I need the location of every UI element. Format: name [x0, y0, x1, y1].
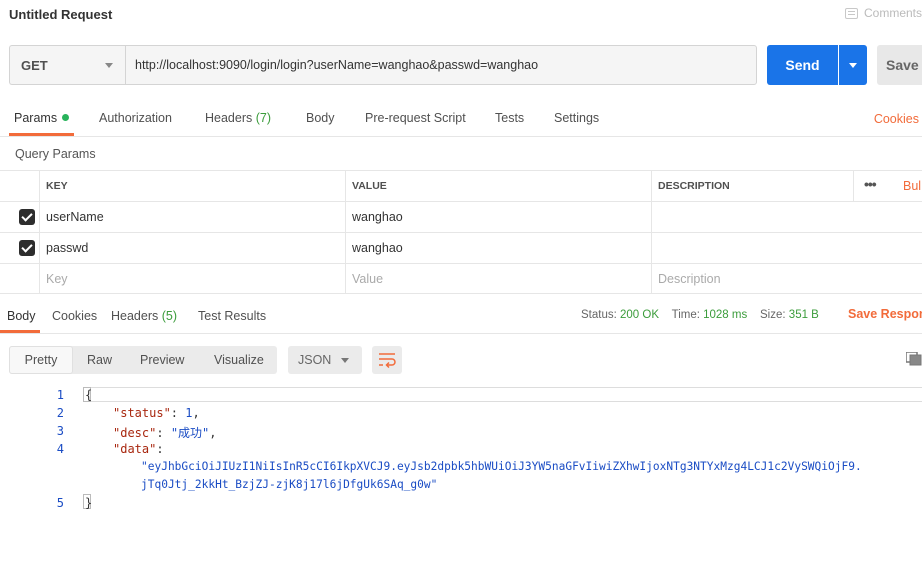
- line-number: 5: [56, 496, 64, 510]
- code-line-data: "data":: [113, 442, 164, 456]
- checkbox-cell: [0, 233, 40, 263]
- format-label: JSON: [298, 353, 332, 367]
- tab-params[interactable]: Params: [14, 111, 70, 125]
- chevron-down-icon: [849, 62, 857, 68]
- response-headers-count-badge: (5): [161, 309, 178, 323]
- json-key: "desc": [113, 426, 157, 440]
- more-options-icon[interactable]: •••: [864, 176, 877, 192]
- checkbox-checked[interactable]: [19, 240, 35, 256]
- save-button[interactable]: Save: [877, 45, 922, 85]
- tab-params-label: Params: [14, 111, 58, 125]
- json-key: "status": [113, 406, 171, 420]
- json-string: jTq0Jtj_2kkHt_BzjZJ-zjK8j17l6jDfgUk6SAq_…: [141, 478, 438, 491]
- line-number: 3: [56, 424, 64, 438]
- chevron-down-icon: [341, 357, 349, 363]
- param-key-input[interactable]: userName: [40, 202, 346, 232]
- status-label: Status:: [581, 309, 617, 321]
- table-row: userName wanghao: [0, 201, 922, 232]
- tab-settings[interactable]: Settings: [554, 111, 599, 125]
- description-column-header: DESCRIPTION: [652, 171, 854, 201]
- tab-pre-request-script[interactable]: Pre-request Script: [365, 111, 466, 125]
- tab-headers[interactable]: Headers (7): [205, 111, 271, 125]
- checkbox-column-header: [0, 171, 40, 201]
- response-tab-test-results[interactable]: Test Results: [198, 309, 266, 323]
- response-tab-headers[interactable]: Headers (5): [111, 309, 177, 323]
- tab-tests[interactable]: Tests: [495, 111, 524, 125]
- time-label: Time:: [671, 309, 700, 321]
- query-params-title: Query Params: [15, 147, 96, 161]
- param-value-input[interactable]: wanghao: [346, 233, 652, 263]
- json-number: 1: [185, 406, 193, 420]
- view-mode-group: Pretty Raw Preview Visualize: [9, 346, 277, 374]
- code-line-desc: "desc": "成功",: [113, 426, 217, 440]
- checkbox-checked[interactable]: [19, 209, 35, 225]
- comments-label: Comments: [863, 6, 922, 20]
- param-description-input[interactable]: [652, 233, 922, 263]
- param-key-input[interactable]: passwd: [40, 233, 346, 263]
- wrap-lines-button[interactable]: [372, 346, 402, 374]
- current-line-highlight: [84, 387, 922, 402]
- format-select[interactable]: JSON: [288, 346, 362, 374]
- value-column-header: VALUE: [346, 171, 652, 201]
- wrap-lines-icon: [379, 353, 396, 369]
- table-header-row: KEY VALUE DESCRIPTION ••• Bul: [0, 170, 922, 201]
- tab-authorization[interactable]: Authorization: [99, 111, 172, 125]
- code-close-brace: }: [85, 496, 93, 510]
- response-meta: Status: 200 OK Time: 1028 ms Size: 351 B: [581, 309, 819, 321]
- divider: [0, 293, 922, 294]
- send-button[interactable]: Send: [767, 45, 838, 85]
- size-value[interactable]: 351 B: [789, 309, 819, 321]
- view-visualize-button[interactable]: Visualize: [214, 346, 264, 374]
- comments-button[interactable]: Comments: [844, 6, 922, 20]
- chevron-down-icon: [105, 62, 113, 68]
- checkbox-cell: [0, 264, 40, 294]
- active-dot-icon: [62, 114, 70, 121]
- param-value-input[interactable]: wanghao: [346, 202, 652, 232]
- method-select[interactable]: GET: [9, 45, 125, 85]
- divider: [0, 333, 922, 334]
- view-raw-button[interactable]: Raw: [87, 346, 112, 374]
- size-label: Size:: [760, 309, 786, 321]
- response-tab-body[interactable]: Body: [7, 309, 36, 323]
- tab-body[interactable]: Body: [306, 111, 335, 125]
- method-label: GET: [21, 57, 48, 73]
- status-value[interactable]: 200 OK: [620, 309, 659, 321]
- tab-headers-label: Headers: [205, 111, 253, 125]
- json-string: "eyJhbGciOiJIUzI1NiIsInR5cCI6IkpXVCJ9.ey…: [141, 460, 862, 473]
- bulk-edit-link[interactable]: Bul: [903, 179, 921, 193]
- comment-icon: [844, 7, 858, 19]
- new-value-input[interactable]: Value: [346, 264, 652, 294]
- code-open-brace: {: [85, 388, 93, 402]
- time-value[interactable]: 1028 ms: [703, 309, 747, 321]
- line-number: 4: [56, 442, 64, 456]
- save-response-button[interactable]: Save Respon: [848, 307, 922, 321]
- request-title[interactable]: Untitled Request: [9, 7, 112, 22]
- line-number: 1: [56, 388, 64, 402]
- new-key-input[interactable]: Key: [40, 264, 346, 294]
- line-number: 2: [56, 406, 64, 420]
- json-key: "data": [113, 442, 157, 456]
- key-column-header: KEY: [40, 171, 346, 201]
- divider: [0, 136, 922, 137]
- table-row-new: Key Value Description: [0, 263, 922, 294]
- headers-count-badge: (7): [255, 111, 272, 125]
- copy-icon[interactable]: [905, 351, 922, 366]
- response-tab-headers-label: Headers: [111, 309, 159, 323]
- json-string: "成功": [170, 426, 210, 440]
- response-tab-cookies[interactable]: Cookies: [52, 309, 97, 323]
- param-description-input[interactable]: [652, 202, 922, 232]
- url-input[interactable]: http://localhost:9090/login/login?userNa…: [125, 45, 757, 85]
- send-options-button[interactable]: [839, 45, 867, 85]
- code-line-status: "status": 1,: [113, 406, 200, 420]
- view-preview-button[interactable]: Preview: [140, 346, 184, 374]
- view-pretty-button[interactable]: Pretty: [9, 346, 73, 374]
- checkbox-cell: [0, 202, 40, 232]
- new-description-input[interactable]: Description: [652, 264, 922, 294]
- table-row: passwd wanghao: [0, 232, 922, 263]
- cookies-link[interactable]: Cookies: [874, 112, 919, 126]
